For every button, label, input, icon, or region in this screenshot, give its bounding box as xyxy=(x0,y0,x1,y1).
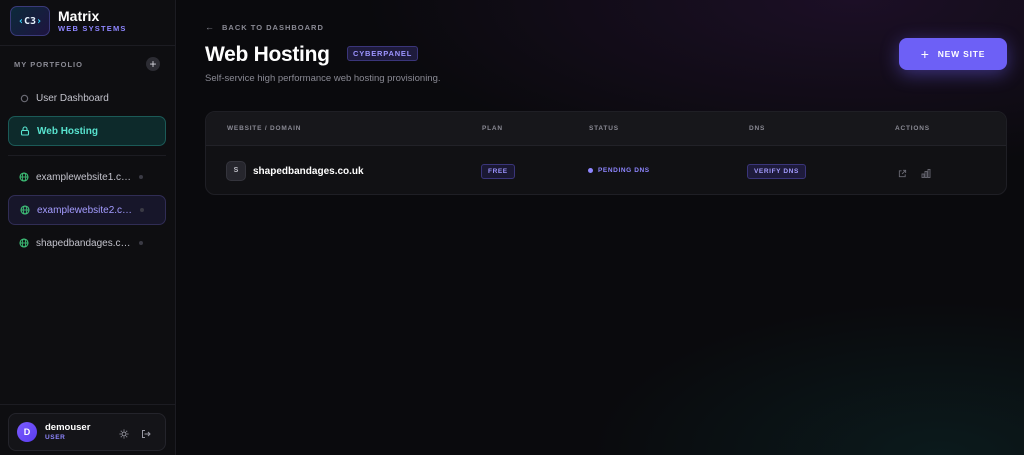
column-header-dns: DNS xyxy=(749,125,766,132)
sidebar-item-user-dashboard[interactable]: User Dashboard xyxy=(8,83,166,113)
sidebar-item-label: examplewebsite2.com xyxy=(37,204,135,216)
logo: ‹ C3 › xyxy=(10,6,50,36)
status-dot xyxy=(588,168,593,173)
column-header-status: STATUS xyxy=(589,125,619,132)
table-row: S shapedbandages.co.uk FREE PENDING DNS … xyxy=(206,147,1006,194)
globe-icon xyxy=(19,238,29,248)
globe-icon xyxy=(20,205,30,215)
sidebar-item-label: shapedbandages.co.uk xyxy=(36,237,134,249)
status-indicator: PENDING DNS xyxy=(588,167,650,174)
sidebar-site-shapedbandages[interactable]: shapedbandages.co.uk xyxy=(8,228,166,258)
arrow-left-icon: ← xyxy=(205,22,215,32)
table-header: WEBSITE / DOMAIN PLAN STATUS DNS ACTIONS xyxy=(206,112,1006,146)
page-title: Web Hosting xyxy=(205,43,330,66)
sidebar-divider xyxy=(0,45,176,46)
external-link-icon[interactable] xyxy=(898,165,907,183)
main-content: ← BACK TO DASHBOARD Web Hosting CYBERPAN… xyxy=(177,0,1024,455)
column-header-plan: PLAN xyxy=(482,125,503,132)
site-domain[interactable]: shapedbandages.co.uk xyxy=(253,166,364,177)
sidebar-item-label: Web Hosting xyxy=(37,125,98,137)
sidebar-site-examplewebsite2[interactable]: examplewebsite2.com xyxy=(8,195,166,225)
status-dot xyxy=(139,175,143,179)
stats-icon[interactable] xyxy=(921,165,931,183)
brand-subtitle: WEB SYSTEMS xyxy=(58,23,127,33)
back-to-dashboard-link[interactable]: ← BACK TO DASHBOARD xyxy=(205,22,324,32)
sites-table: WEBSITE / DOMAIN PLAN STATUS DNS ACTIONS… xyxy=(205,111,1007,195)
sidebar-item-web-hosting[interactable]: Web Hosting xyxy=(8,116,166,146)
sidebar-divider xyxy=(0,404,176,405)
theme-toggle-sun-icon[interactable] xyxy=(119,426,129,444)
back-link-label: BACK TO DASHBOARD xyxy=(222,22,324,32)
plus-icon: + xyxy=(920,46,930,62)
user-card[interactable]: D demouser USER xyxy=(8,413,166,451)
sidebar-site-examplewebsite1[interactable]: examplewebsite1.com xyxy=(8,162,166,192)
grid-icon xyxy=(19,93,29,103)
sidebar-item-label: examplewebsite1.com xyxy=(36,171,134,183)
row-actions xyxy=(898,165,931,183)
site-initial-badge: S xyxy=(226,161,246,181)
sidebar-item-label: User Dashboard xyxy=(36,92,109,104)
avatar: D xyxy=(17,422,37,442)
status-dot xyxy=(139,241,143,245)
new-site-button[interactable]: + NEW SITE xyxy=(899,38,1007,70)
status-label: PENDING DNS xyxy=(598,167,650,174)
user-role: USER xyxy=(45,434,66,441)
add-portfolio-button[interactable]: + xyxy=(146,57,160,71)
status-dot xyxy=(140,208,144,212)
brand-name: Matrix xyxy=(58,7,100,24)
provider-tag: CYBERPANEL xyxy=(347,46,419,61)
page-subtitle: Self-service high performance web hostin… xyxy=(205,73,441,84)
globe-icon xyxy=(19,172,29,182)
logout-icon[interactable] xyxy=(141,426,151,444)
new-site-label: NEW SITE xyxy=(937,49,986,59)
column-header-actions: ACTIONS xyxy=(895,125,930,132)
verify-dns-button[interactable]: VERIFY DNS xyxy=(747,164,806,179)
column-header-domain: WEBSITE / DOMAIN xyxy=(227,125,302,132)
sidebar-divider xyxy=(8,155,166,156)
brand[interactable]: ‹ C3 › Matrix WEB SYSTEMS xyxy=(10,5,127,37)
logo-text: C3 xyxy=(23,15,37,27)
plan-badge: FREE xyxy=(481,164,515,179)
user-name: demouser xyxy=(45,422,91,433)
section-label-portfolio: MY PORTFOLIO xyxy=(14,60,83,69)
lock-icon xyxy=(20,126,30,136)
sidebar: ‹ C3 › Matrix WEB SYSTEMS MY PORTFOLIO + U… xyxy=(0,0,176,455)
